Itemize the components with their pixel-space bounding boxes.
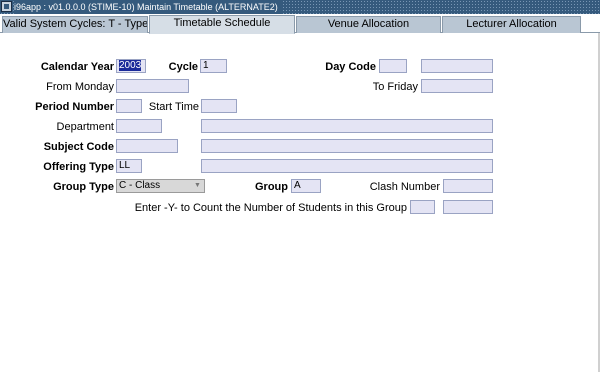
subject-code-field[interactable]	[116, 139, 178, 153]
day-code-label: Day Code	[325, 61, 376, 73]
cycle-label: Cycle	[168, 61, 198, 73]
offering-type-label: Offering Type	[43, 161, 114, 173]
student-count-display	[443, 200, 493, 214]
department-description	[201, 119, 493, 133]
calendar-year-value: 2003	[119, 60, 142, 71]
tab-lecturer-allocation[interactable]: Lecturer Allocation	[442, 16, 581, 33]
dropdown-arrow-icon[interactable]: ▼	[193, 181, 202, 191]
start-time-field[interactable]	[201, 99, 237, 113]
period-number-field[interactable]	[116, 99, 142, 113]
start-time-label: Start Time	[148, 101, 199, 113]
department-label: Department	[56, 121, 114, 133]
day-code-description	[421, 59, 493, 73]
subject-code-description	[201, 139, 493, 153]
offering-type-description	[201, 159, 493, 173]
from-monday-label: From Monday	[46, 81, 114, 93]
tab-valid-system-cycles[interactable]: Valid System Cycles: T - Type	[2, 16, 148, 33]
calendar-year-label: Calendar Year	[40, 61, 114, 73]
app-icon	[1, 1, 12, 12]
day-code-field[interactable]	[379, 59, 407, 73]
from-monday-field[interactable]	[116, 79, 189, 93]
tab-strip: Valid System Cycles: T - Type Timetable …	[0, 14, 600, 34]
group-type-label: Group Type	[53, 181, 114, 193]
period-number-label: Period Number	[35, 101, 114, 113]
title-bar: i96app : v01.0.0.0 (STIME-10) Maintain T…	[0, 0, 600, 14]
clash-number-label: Clash Number	[369, 181, 440, 193]
department-field[interactable]	[116, 119, 162, 133]
group-type-value: C - Class	[119, 180, 161, 191]
subject-code-label: Subject Code	[43, 141, 114, 153]
tab-timetable-schedule[interactable]: Timetable Schedule	[149, 15, 295, 34]
count-students-field[interactable]	[410, 200, 435, 214]
group-label: Group	[255, 181, 288, 193]
to-friday-label: To Friday	[372, 81, 418, 93]
cycle-field[interactable]: 1	[200, 59, 227, 73]
clash-number-field[interactable]	[443, 179, 493, 193]
offering-type-field[interactable]: LL	[116, 159, 142, 173]
to-friday-field[interactable]	[421, 79, 493, 93]
count-students-label: Enter -Y- to Count the Number of Student…	[134, 202, 407, 214]
group-type-select[interactable]: C - Class ▼	[116, 179, 205, 193]
window-title: i96app : v01.0.0.0 (STIME-10) Maintain T…	[14, 0, 281, 14]
calendar-year-field[interactable]: 2003	[116, 59, 146, 73]
tab-venue-allocation[interactable]: Venue Allocation	[296, 16, 441, 33]
group-field[interactable]: A	[291, 179, 321, 193]
